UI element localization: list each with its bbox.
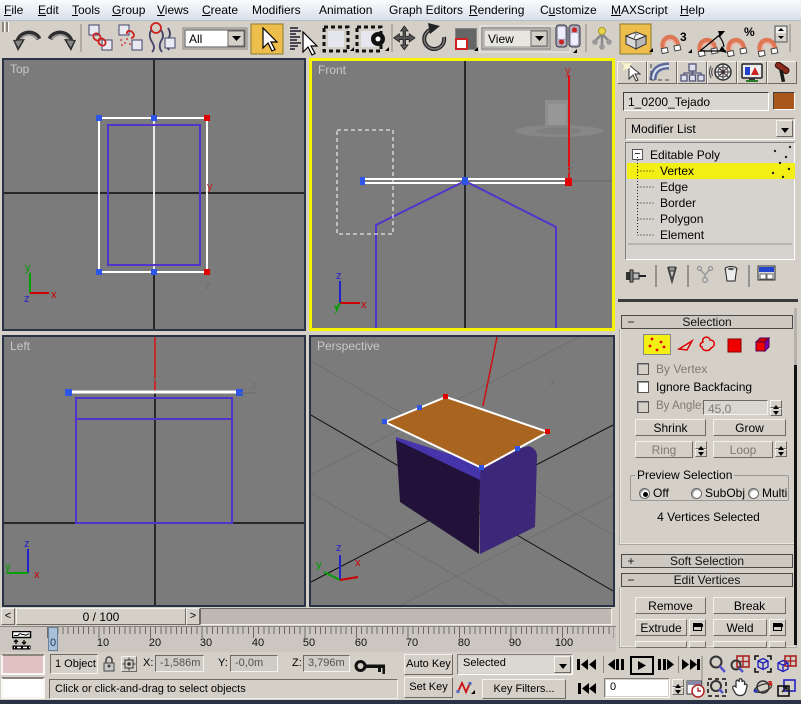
svg-text:z: z [205,280,211,292]
svg-text:x: x [550,377,556,389]
svg-text:x: x [355,557,361,569]
svg-text:x: x [152,374,157,385]
svg-text:x: x [34,569,40,581]
svg-text:y: y [207,181,213,193]
svg-text:y: y [25,262,31,274]
svg-text:%: % [744,25,755,39]
svg-text:View: View [488,32,514,46]
svg-text:z: z [24,538,30,550]
svg-text:x: x [361,299,367,311]
svg-text:z: z [336,542,342,554]
svg-text:All: All [189,32,202,46]
svg-text:y: y [565,65,571,77]
svg-text:z: z [567,164,573,176]
svg-text:z: z [336,270,342,282]
svg-text:3: 3 [680,30,687,44]
svg-text:z: z [24,293,30,305]
svg-text:y: y [316,559,322,571]
svg-text:x: x [51,289,57,301]
svg-text:y: y [334,302,340,314]
svg-text:y: y [5,561,11,573]
svg-text:z: z [252,380,258,392]
